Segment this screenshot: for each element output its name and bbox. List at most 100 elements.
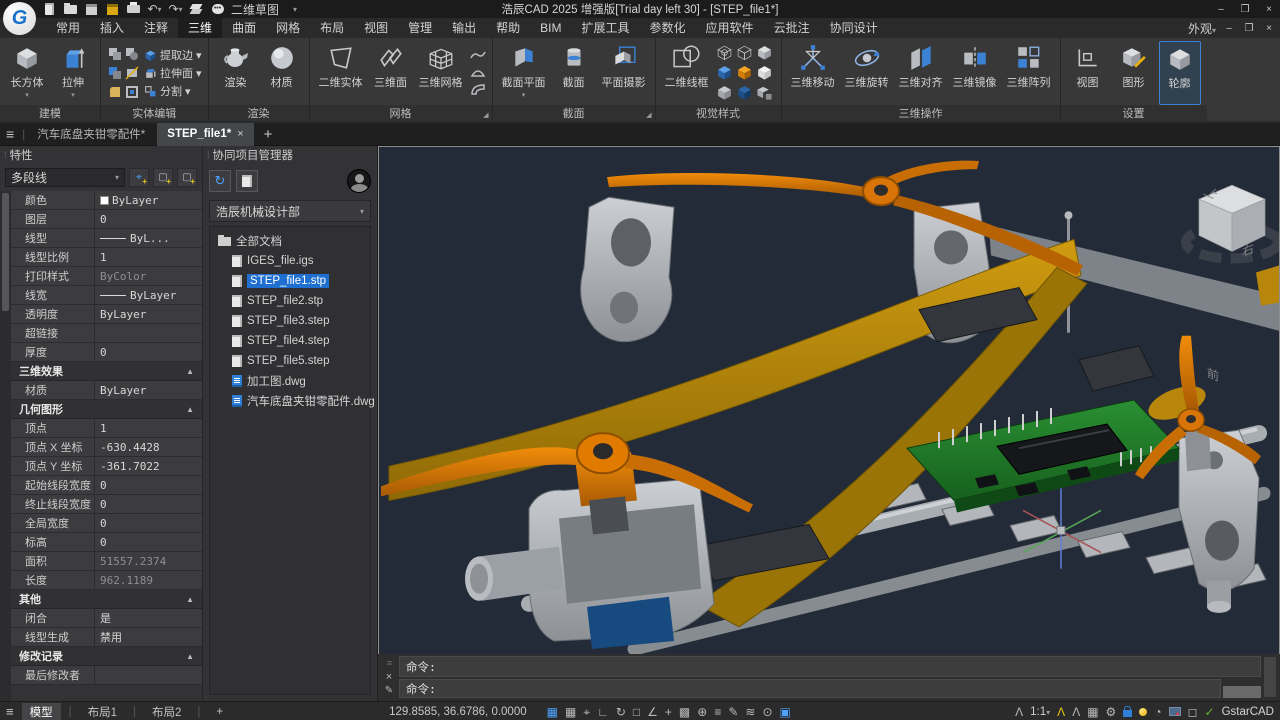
vs-sketchy-icon[interactable] [716,84,735,103]
ruled-mesh-icon[interactable] [470,83,486,98]
object-type-selector[interactable]: 多段线 ▾ [5,168,125,187]
align-3d-button[interactable]: 三维对齐 [896,41,946,105]
move-3d-button[interactable]: 三维移动 [788,41,838,105]
tree-file-step3[interactable]: STEP_file3.step [210,311,370,331]
annotation-visibility-icon[interactable]: Λ [1015,706,1023,718]
import-file-button[interactable] [236,170,258,192]
close-command-icon[interactable]: × [386,671,392,683]
layout-tab-model[interactable]: 模型 [22,703,61,720]
union-icon[interactable] [107,45,123,63]
layers-icon[interactable] [189,2,204,16]
snap-mode-toggle[interactable]: ▦ [565,706,576,718]
angle-snap-toggle[interactable]: ∠ [647,706,658,718]
shell-icon[interactable] [124,83,140,101]
user-avatar[interactable] [347,169,371,193]
redo-icon[interactable]: ↷▾ [168,2,183,16]
workspace-selector[interactable]: 二维草图 ▾ [231,1,297,18]
material-button[interactable]: 材质 [261,41,303,105]
hamburger-menu-icon[interactable]: ≡ [6,126,14,142]
save-icon[interactable] [84,2,99,16]
quick-view-table-icon[interactable]: ▦ [1087,706,1098,718]
department-selector[interactable]: 浩辰机械设计部 ▾ [209,200,371,222]
restore-button[interactable]: ❐ [1234,1,1256,17]
doc-close-button[interactable]: × [1262,20,1276,36]
fillet-edge-icon[interactable] [107,83,123,101]
print-icon[interactable] [126,2,141,16]
menu-zhushi[interactable]: 注释 [134,18,178,38]
menu-bim[interactable]: BIM [530,18,571,38]
box-button[interactable]: 长方体 ▾ [6,41,48,105]
unlock-icon[interactable] [1123,710,1132,717]
solid-2d-button[interactable]: 二维实体 [316,41,366,105]
menu-shuchu[interactable]: 输出 [442,18,486,38]
settings-gear-icon[interactable]: ⚙ [1106,706,1117,718]
select-objects-button[interactable]: ▢+ [153,168,173,187]
layout-tab-layout2[interactable]: 布局2 [144,703,189,720]
transparency-toggle[interactable]: ≋ [745,706,755,718]
color-value[interactable]: ByLayer [94,191,202,209]
menu-yunpizhu[interactable]: 云批注 [764,18,820,38]
tree-file-step2[interactable]: STEP_file2.stp [210,291,370,311]
flatshot-button[interactable]: 平面摄影 [599,41,649,105]
doc-tab-assembly[interactable]: 汽车底盘夹钳零配件* [27,123,155,146]
mesh-3d-button[interactable]: 三维网格 [416,41,466,105]
menu-bangzhu[interactable]: 帮助 [486,18,530,38]
intersect-icon[interactable] [107,64,123,82]
menu-wangge[interactable]: 网格 [266,18,310,38]
sync-button[interactable]: ↻ [209,170,231,192]
close-button[interactable]: × [1258,1,1280,17]
selection-cycling-toggle[interactable]: ⊙ [762,706,772,718]
mirror-3d-button[interactable]: 三维镜像 [950,41,1000,105]
section-plane-button[interactable]: 截面平面 ▾ [499,41,549,105]
menu-buju[interactable]: 布局 [310,18,354,38]
lineweight-toggle[interactable]: ≡ [714,706,721,718]
menu-charu[interactable]: 插入 [90,18,134,38]
quick-properties-toggle[interactable]: ✎ [728,706,738,718]
close-tab-icon[interactable]: × [237,128,243,140]
graphics-settings-button[interactable]: 图形 [1113,41,1155,105]
vs-realistic-icon[interactable] [716,64,735,83]
quick-select-button[interactable]: ⌖+ [129,168,149,187]
toggle-pickadd-button[interactable]: ▢+ [177,168,197,187]
vs-custom-icon[interactable] [756,84,775,103]
dynamic-input-toggle[interactable]: ⊕ [697,706,707,718]
tree-file-assembly-dwg[interactable]: 汽车底盘夹钳零配件.dwg [210,391,370,411]
command-resize-button[interactable] [1223,686,1261,698]
rotate-3d-button[interactable]: 三维旋转 [842,41,892,105]
new-tab-button[interactable]: + [256,126,281,143]
section-button[interactable]: 截面 [553,41,595,105]
extrude-face-button[interactable]: 拉伸面▾ [144,65,202,81]
section-header-modify-record[interactable]: 修改记录▲ [11,647,202,666]
save-as-icon[interactable] [105,2,120,16]
new-layout-button[interactable]: + [208,705,231,719]
command-input[interactable]: 命令: [399,679,1221,698]
section-header-other[interactable]: 其他▲ [11,590,202,609]
subtract-icon[interactable] [124,45,140,63]
view-settings-button[interactable]: 视图 [1067,41,1109,105]
menu-canshuhua[interactable]: 参数化 [640,18,696,38]
dock-grip[interactable]: ≡ [387,658,391,668]
vs-shaded-gray-icon[interactable] [756,44,775,63]
vs-conceptual-icon[interactable] [736,64,755,83]
layout-menu-icon[interactable]: ≡ [6,704,14,719]
tree-file-jiagongtu-dwg[interactable]: 加工图.dwg [210,371,370,391]
polar-tracking-toggle[interactable]: ↻ [616,706,626,718]
slice-icon[interactable] [124,64,140,82]
face-3d-button[interactable]: 三维面 [370,41,412,105]
section-header-3d-effects[interactable]: 三维效果▲ [11,362,202,381]
properties-scrollbar[interactable] [0,191,11,701]
layout-tab-layout1[interactable]: 布局1 [80,703,125,720]
menu-sanwei[interactable]: 三维 [178,18,222,38]
app-logo[interactable]: G [3,2,36,35]
auto-annotation-icon[interactable]: Λ [1057,706,1065,718]
extract-edges-button[interactable]: 提取边▾ [144,47,202,63]
license-check-icon[interactable]: ✓ [1205,706,1215,718]
extrude-button[interactable]: 拉伸 ▾ [52,41,94,105]
tree-file-step4[interactable]: STEP_file4.step [210,331,370,351]
menu-kuozhan[interactable]: 扩展工具 [572,18,640,38]
tree-file-iges[interactable]: IGES_file.igs [210,251,370,271]
section-header-geometry[interactable]: 几何图形▲ [11,400,202,419]
render-button[interactable]: 渲染 [215,41,257,105]
doc-minimize-button[interactable]: – [1222,20,1236,36]
minimize-button[interactable]: – [1210,1,1232,17]
